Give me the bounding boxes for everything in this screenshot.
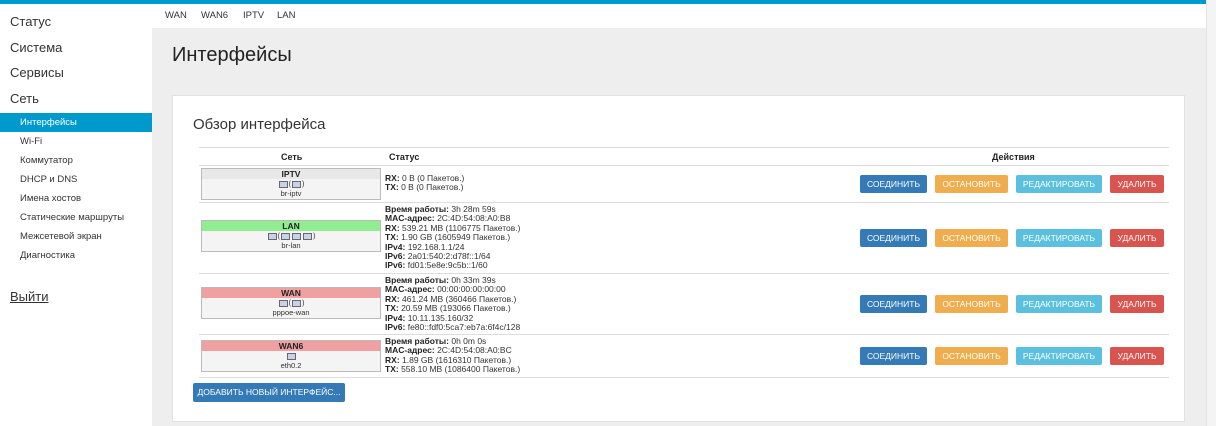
interface-badge-iptv[interactable]: IPTV () br-iptv: [201, 168, 381, 200]
stop-button[interactable]: ОСТАНОВИТЬ: [935, 175, 1008, 193]
interface-badge-lan[interactable]: LAN () br-lan: [201, 220, 381, 252]
main-content: WAN WAN6 IPTV LAN Интерфейсы Обзор интер…: [152, 4, 1206, 426]
interface-devices: (): [202, 179, 380, 189]
ethernet-port-icon: [281, 232, 290, 240]
interface-name: WAN: [202, 288, 380, 298]
tab-lan[interactable]: LAN: [277, 4, 295, 28]
logout-link[interactable]: Выйти: [0, 289, 152, 304]
sidebar-item-services[interactable]: Сервисы: [0, 60, 152, 86]
table-row: WAN () pppoe-wan Время работы: 0h 33m 39…: [199, 274, 1169, 335]
status-line: IPv6: fe80::fdf0:5ca7:eb7a:6f4c/128: [385, 322, 521, 333]
stop-button[interactable]: ОСТАНОВИТЬ: [935, 229, 1008, 247]
bridge-icon: [278, 180, 288, 188]
interface-badge-wan[interactable]: WAN () pppoe-wan: [201, 287, 381, 319]
connect-button[interactable]: СОЕДИНИТЬ: [860, 347, 927, 365]
interface-name: IPTV: [202, 169, 380, 179]
column-status: Статус: [389, 152, 420, 162]
status-line: IPv6: fd01:5e8e:9c5b::1/60: [385, 261, 520, 270]
network-submenu: Интерфейсы Wi-Fi Коммутатор DHCP и DNS И…: [0, 113, 152, 265]
column-network: Сеть: [281, 152, 303, 162]
status-label: IPv6: [385, 260, 403, 271]
status-value: fd01:5e8e:9c5b::1/60: [407, 260, 488, 271]
delete-button[interactable]: УДАЛИТЬ: [1110, 229, 1164, 247]
interface-device: br-lan: [281, 241, 301, 250]
table-row: IPTV () br-iptv RX: 0 B (0 Пакетов.) TX: …: [199, 166, 1169, 203]
interface-devices: (): [202, 298, 380, 308]
window-edge: [1206, 0, 1216, 426]
ethernet-port-icon: [278, 299, 288, 307]
column-actions: Действия: [992, 152, 1035, 162]
edit-button[interactable]: РЕДАКТИРОВАТЬ: [1016, 175, 1102, 193]
delete-button[interactable]: УДАЛИТЬ: [1110, 175, 1164, 193]
delete-button[interactable]: УДАЛИТЬ: [1110, 295, 1164, 313]
connect-button[interactable]: СОЕДИНИТЬ: [860, 175, 927, 193]
status-label: TX: [385, 182, 396, 193]
wifi-icon: [292, 232, 301, 240]
sidebar-item-system[interactable]: Система: [0, 35, 152, 61]
ethernet-port-icon: [292, 299, 301, 307]
table-header: Сеть Статус Действия: [199, 147, 1169, 166]
table-row: LAN () br-lan Время работы: 3h 28m 59s MA…: [199, 203, 1169, 274]
stop-button[interactable]: ОСТАНОВИТЬ: [935, 347, 1008, 365]
connect-button[interactable]: СОЕДИНИТЬ: [860, 229, 927, 247]
wifi-icon: [303, 232, 312, 240]
edit-button[interactable]: РЕДАКТИРОВАТЬ: [1016, 229, 1102, 247]
connect-button[interactable]: СОЕДИНИТЬ: [860, 295, 927, 313]
ethernet-port-icon: [286, 352, 296, 360]
interface-device: br-iptv: [280, 189, 302, 198]
interface-tabs: WAN WAN6 IPTV LAN: [152, 4, 1206, 28]
interface-device: eth0.2: [280, 361, 302, 370]
status-value: 0 B (0 Пакетов.): [401, 182, 464, 193]
edit-button[interactable]: РЕДАКТИРОВАТЬ: [1016, 347, 1102, 365]
sidebar-item-hostnames[interactable]: Имена хостов: [0, 189, 152, 208]
interface-status: Время работы: 3h 28m 59s MAC-адрес: 2C:4D…: [385, 204, 520, 271]
status-value: fe80::fdf0:5ca7:eb7a:6f4c/128: [407, 322, 521, 333]
page-title: Интерфейсы: [172, 44, 292, 66]
status-value: 558.10 MB (1086400 Пакетов.): [401, 364, 521, 375]
stop-button[interactable]: ОСТАНОВИТЬ: [935, 295, 1008, 313]
status-label: IPv6: [385, 322, 403, 333]
interface-status: Время работы: 0h 33m 39s MAC-адрес: 00:00…: [385, 275, 521, 333]
table-row: WAN6 eth0.2 Время работы: 0h 0m 0s MAC-ад…: [199, 335, 1169, 378]
interface-status: RX: 0 B (0 Пакетов.) TX: 0 B (0 Пакетов.): [385, 173, 464, 193]
status-label: TX: [385, 364, 396, 375]
sidebar: Статус Система Сервисы Сеть Интерфейсы W…: [0, 4, 152, 426]
interface-devices: [202, 351, 380, 361]
sidebar-item-interfaces[interactable]: Интерфейсы: [0, 113, 152, 132]
interface-status: Время работы: 0h 0m 0s MAC-адрес: 2C:4D:5…: [385, 336, 520, 375]
add-interface-button[interactable]: ДОБАВИТЬ НОВЫЙ ИНТЕРФЕЙС...: [193, 383, 345, 402]
sidebar-item-static-routes[interactable]: Статические маршруты: [0, 208, 152, 227]
interface-devices: (): [202, 231, 380, 241]
sidebar-item-network[interactable]: Сеть: [0, 86, 152, 112]
interface-name: LAN: [202, 221, 380, 231]
sidebar-item-dhcp-dns[interactable]: DHCP и DNS: [0, 170, 152, 189]
sidebar-item-diagnostics[interactable]: Диагностика: [0, 246, 152, 265]
sidebar-item-wifi[interactable]: Wi-Fi: [0, 132, 152, 151]
interface-overview-panel: Обзор интерфейса Сеть Статус Действия IP…: [172, 95, 1185, 422]
tab-wan6[interactable]: WAN6: [201, 4, 228, 28]
interface-device: pppoe-wan: [272, 308, 310, 317]
status-line: TX: 0 B (0 Пакетов.): [385, 183, 464, 192]
tab-iptv[interactable]: IPTV: [243, 4, 264, 28]
delete-button[interactable]: УДАЛИТЬ: [1110, 347, 1164, 365]
sidebar-item-status[interactable]: Статус: [0, 9, 152, 35]
sidebar-item-switch[interactable]: Коммутатор: [0, 151, 152, 170]
tab-wan[interactable]: WAN: [165, 4, 187, 28]
sidebar-item-firewall[interactable]: Межсетевой экран: [0, 227, 152, 246]
interface-badge-wan6[interactable]: WAN6 eth0.2: [201, 340, 381, 372]
interface-table: Сеть Статус Действия IPTV () br-iptv RX:…: [199, 147, 1169, 378]
status-line: TX: 558.10 MB (1086400 Пакетов.): [385, 365, 520, 374]
interface-name: WAN6: [202, 341, 380, 351]
edit-button[interactable]: РЕДАКТИРОВАТЬ: [1016, 295, 1102, 313]
bridge-icon: [267, 232, 277, 240]
section-title: Обзор интерфейса: [193, 116, 326, 133]
ethernet-port-icon: [292, 180, 301, 188]
